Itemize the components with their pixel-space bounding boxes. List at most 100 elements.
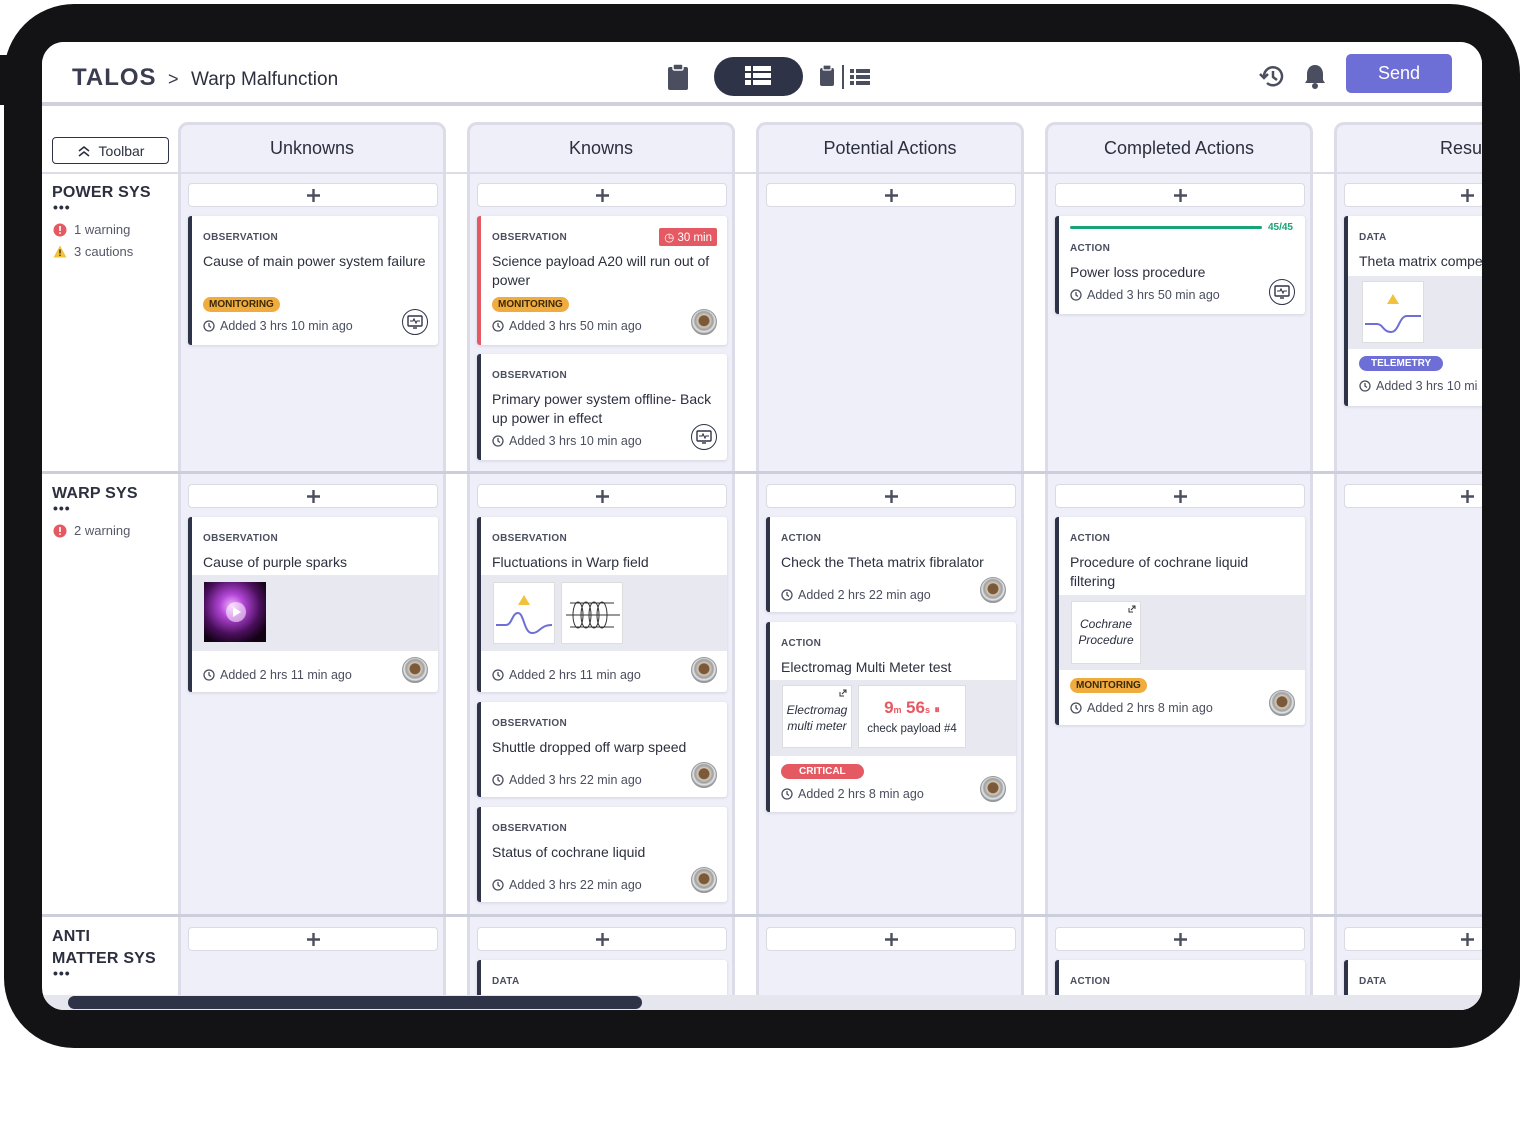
- toolbar-toggle-button[interactable]: Toolbar: [52, 137, 169, 164]
- document-title-line2: multi meter: [787, 719, 847, 733]
- pause-icon[interactable]: ⏸: [934, 704, 940, 716]
- column-title-completed-actions[interactable]: Completed Actions: [1045, 138, 1313, 159]
- wave-chart-icon: [1365, 294, 1421, 334]
- split-view-icon[interactable]: [819, 64, 873, 90]
- plus-icon: [595, 489, 609, 503]
- history-icon[interactable]: [1258, 62, 1286, 90]
- clock-icon: [492, 669, 504, 681]
- card-title: Status of cochrane liquid: [492, 844, 646, 860]
- column-title-results[interactable]: Resul: [1334, 138, 1482, 159]
- clock-icon: [1070, 702, 1082, 714]
- card-timestamp: Added 2 hrs 11 min ago: [492, 668, 641, 682]
- add-card-button[interactable]: [1344, 183, 1482, 207]
- card-action[interactable]: ACTION Electromag Multi Meter test Elect…: [766, 622, 1016, 812]
- add-card-button[interactable]: [1055, 484, 1305, 508]
- bell-icon[interactable]: [1302, 62, 1328, 90]
- card-action[interactable]: 45/45 ACTION Power loss procedure Added …: [1055, 216, 1305, 314]
- avatar[interactable]: [691, 309, 717, 335]
- card-title: Primary power system offline- Back up po…: [492, 391, 712, 426]
- avatar[interactable]: [691, 762, 717, 788]
- document-title: Electromag multi meter: [783, 702, 851, 734]
- app-screen: TALOS > Warp Malfunction Send Unknowns K…: [42, 42, 1482, 1010]
- card-observation[interactable]: OBSERVATION ◷ 30 min Science payload A20…: [477, 216, 727, 345]
- telemetry-monitor-icon[interactable]: [402, 309, 428, 335]
- card-type: ACTION: [1070, 243, 1111, 254]
- card-observation[interactable]: OBSERVATION Cause of main power system f…: [188, 216, 438, 345]
- card-timestamp: Added 3 hrs 10 min ago: [492, 434, 642, 448]
- card-observation[interactable]: OBSERVATION Primary power system offline…: [477, 354, 727, 460]
- card-time-text: Added 3 hrs 22 min ago: [509, 773, 642, 787]
- card-title: Procedure of cochrane liquid filtering: [1070, 554, 1249, 589]
- warning-text: 1 warning: [74, 222, 131, 237]
- card-time-text: Added 2 hrs 22 min ago: [798, 588, 931, 602]
- card-timestamp: Added 3 hrs 50 min ago: [1070, 288, 1220, 302]
- plus-icon: [1461, 188, 1474, 202]
- row-menu-icon[interactable]: •••: [53, 965, 71, 981]
- add-card-button[interactable]: [477, 484, 727, 508]
- app-logo[interactable]: TALOS: [72, 64, 157, 92]
- card-observation[interactable]: OBSERVATION Status of cochrane liquid Ad…: [477, 807, 727, 902]
- avatar[interactable]: [980, 577, 1006, 603]
- card-type: ACTION: [781, 533, 822, 544]
- add-card-button[interactable]: [1344, 484, 1482, 508]
- plus-icon: [306, 188, 320, 202]
- card-action[interactable]: ACTION Check the Theta matrix fibralator…: [766, 517, 1016, 612]
- card-action[interactable]: ACTION Procedure of cochrane liquid filt…: [1055, 517, 1305, 725]
- timer-tile[interactable]: 9m 56s ⏸ check payload #4: [858, 685, 966, 748]
- card-timestamp: Added 2 hrs 8 min ago: [1070, 701, 1213, 715]
- add-card-button[interactable]: [766, 927, 1016, 951]
- add-card-button[interactable]: [766, 183, 1016, 207]
- avatar[interactable]: [1269, 690, 1295, 716]
- card-data[interactable]: DATA Theta matrix compe TELEMETRY Added …: [1344, 216, 1482, 406]
- document-title-line2: Procedure: [1078, 633, 1134, 647]
- column-title-unknowns[interactable]: Unknowns: [178, 138, 446, 159]
- card-observation[interactable]: OBSERVATION Cause of purple sparks Added…: [188, 517, 438, 692]
- avatar[interactable]: [691, 867, 717, 893]
- row-menu-icon[interactable]: •••: [53, 199, 71, 215]
- card-observation[interactable]: OBSERVATION Shuttle dropped off warp spe…: [477, 702, 727, 797]
- clock-icon: [492, 879, 504, 891]
- card-time-text: Added 3 hrs 10 min ago: [509, 434, 642, 448]
- card-observation[interactable]: OBSERVATION Fluctuations in Warp field A…: [477, 517, 727, 692]
- add-card-button[interactable]: [188, 183, 438, 207]
- telemetry-chart-thumbnail[interactable]: [1362, 281, 1424, 343]
- telemetry-monitor-icon[interactable]: [1269, 279, 1295, 305]
- clock-icon: [1070, 289, 1082, 301]
- avatar[interactable]: [402, 657, 428, 683]
- linked-document-tile[interactable]: Electromag multi meter: [782, 685, 852, 748]
- clock-icon: [781, 788, 793, 800]
- add-card-button[interactable]: [1055, 927, 1305, 951]
- card-title: Power loss procedure: [1070, 264, 1206, 280]
- clock-icon: [492, 435, 504, 447]
- linked-document-tile[interactable]: Cochrane Procedure: [1071, 601, 1141, 664]
- avatar[interactable]: [691, 657, 717, 683]
- card-timestamp: Added 3 hrs 50 min ago: [492, 319, 642, 333]
- avatar[interactable]: [980, 776, 1006, 802]
- add-card-button[interactable]: [188, 927, 438, 951]
- caution-icon: [53, 245, 67, 258]
- column-title-potential-actions[interactable]: Potential Actions: [756, 138, 1024, 159]
- document-title: Cochrane Procedure: [1072, 616, 1140, 648]
- add-card-button[interactable]: [766, 484, 1016, 508]
- breadcrumb-separator: >: [168, 69, 179, 89]
- send-button[interactable]: Send: [1346, 54, 1452, 93]
- add-card-button[interactable]: [1055, 183, 1305, 207]
- add-card-button[interactable]: [188, 484, 438, 508]
- row-menu-icon[interactable]: •••: [53, 500, 71, 516]
- add-card-button[interactable]: [477, 927, 727, 951]
- column-title-knowns[interactable]: Knowns: [467, 138, 735, 159]
- row-title-anti-matter-line1[interactable]: ANTI: [52, 926, 90, 948]
- schematic-thumbnail[interactable]: [561, 582, 623, 644]
- add-card-button[interactable]: [477, 183, 727, 207]
- card-title: Shuttle dropped off warp speed: [492, 739, 687, 755]
- card-title: Fluctuations in Warp field: [492, 554, 649, 570]
- add-card-button[interactable]: [1344, 927, 1482, 951]
- clipboard-view-icon[interactable]: [667, 63, 689, 91]
- card-timestamp: Added 3 hrs 22 min ago: [492, 878, 642, 892]
- horizontal-scrollbar-thumb[interactable]: [68, 996, 642, 1009]
- telemetry-chart-thumbnail[interactable]: [493, 582, 555, 644]
- card-time-text: Added 2 hrs 8 min ago: [798, 787, 924, 801]
- telemetry-monitor-icon[interactable]: [691, 424, 717, 450]
- video-thumbnail[interactable]: [204, 582, 266, 642]
- list-view-toggle[interactable]: [714, 57, 803, 96]
